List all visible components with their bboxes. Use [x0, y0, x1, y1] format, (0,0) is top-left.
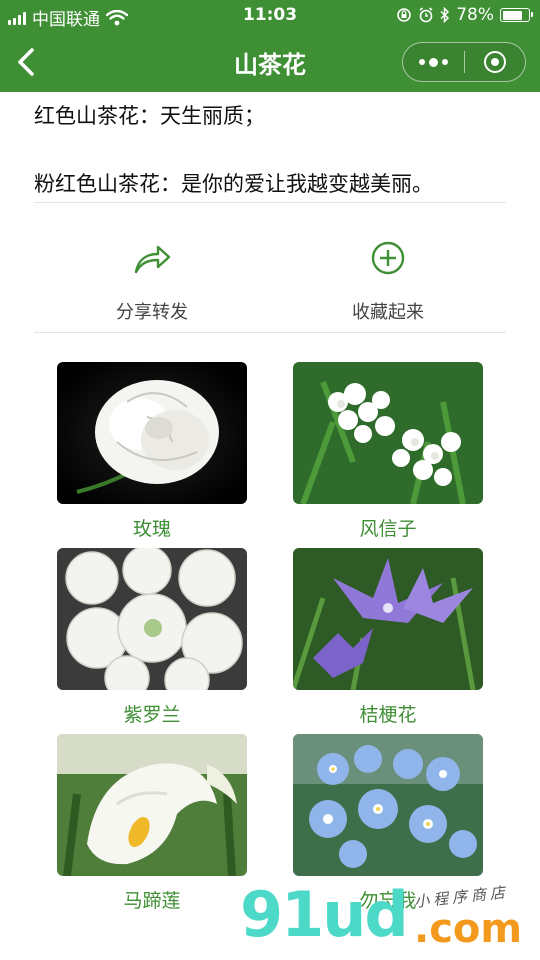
share-arrow-icon: [77, 236, 227, 280]
close-mini-program-button[interactable]: [465, 43, 526, 81]
bellflower-image: [293, 548, 483, 690]
flower-card-calla-lily[interactable]: 马蹄莲: [57, 734, 247, 913]
flower-name: 玫瑰: [132, 518, 171, 540]
collect-label: 收藏起来: [352, 302, 424, 323]
rose-image: [57, 362, 247, 504]
calla-lily-image: [57, 734, 247, 876]
hyacinth-image: [293, 362, 483, 504]
status-right: 78%: [396, 5, 533, 25]
meaning-red: 红色山茶花：天生丽质；: [34, 104, 265, 128]
stock-image: [57, 548, 247, 690]
more-dots-icon: [418, 57, 448, 67]
flower-card-hyacinth[interactable]: 风信子: [293, 362, 483, 541]
mini-program-capsule: [402, 42, 526, 82]
divider-bottom: [34, 332, 506, 333]
forget-me-not-image: [293, 734, 483, 876]
share-label: 分享转发: [116, 302, 188, 323]
flower-name: 风信子: [359, 518, 417, 540]
share-button[interactable]: 分享转发: [77, 236, 227, 324]
flower-card-rose[interactable]: 玫瑰: [57, 362, 247, 541]
meaning-pink: 粉红色山茶花：是你的爱让我越变越美丽。: [34, 172, 433, 196]
status-bar: 中国联通 11:03 78%: [0, 0, 540, 32]
flower-name: 马蹄莲: [123, 890, 181, 912]
watermark: 91ud 小程序商店 .com: [238, 878, 538, 958]
battery-icon: [500, 8, 533, 22]
battery-percent: 78%: [456, 5, 494, 25]
alarm-icon: [419, 7, 433, 23]
flower-card-stock[interactable]: 紫罗兰: [57, 548, 247, 727]
flower-name: 紫罗兰: [123, 704, 181, 726]
plus-circle-icon: [313, 236, 463, 280]
flower-name: 桔梗花: [359, 704, 417, 726]
rotation-lock-icon: [397, 8, 412, 22]
target-circle-icon: [483, 51, 506, 73]
nav-bar: 山茶花: [0, 32, 540, 92]
watermark-brand: 91ud: [240, 878, 409, 951]
watermark-domain: .com: [414, 906, 523, 952]
bluetooth-icon: [440, 7, 450, 23]
collect-button[interactable]: 收藏起来: [313, 236, 463, 324]
divider-top: [34, 202, 506, 203]
flower-card-bellflower[interactable]: 桔梗花: [293, 548, 483, 727]
more-button[interactable]: [403, 43, 464, 81]
